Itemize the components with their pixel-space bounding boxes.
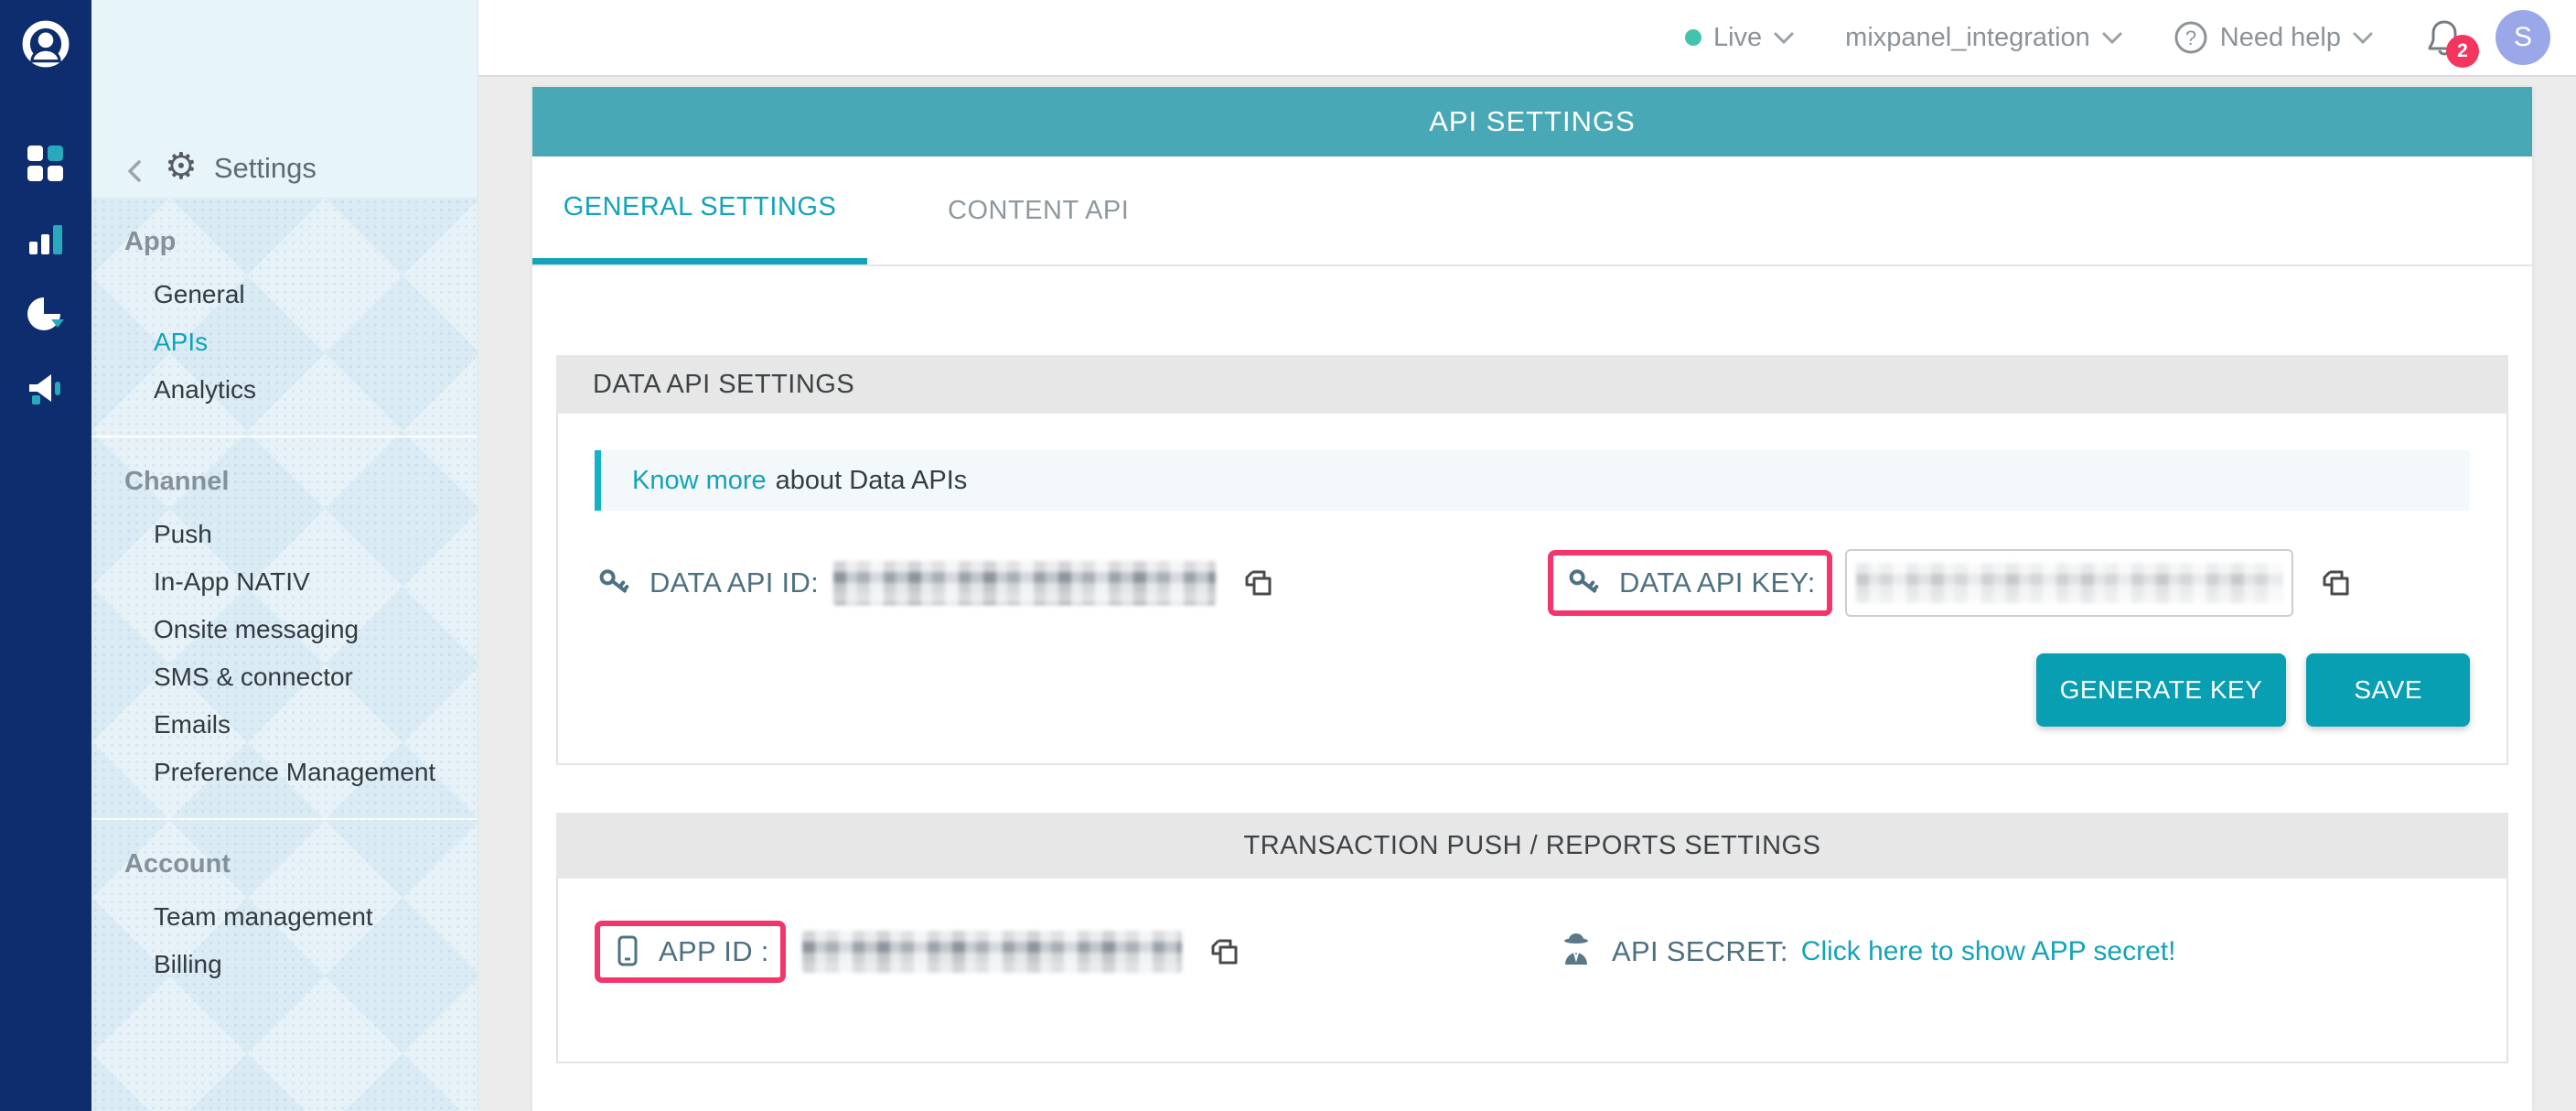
sidebar-section-channel: Channel Push In-App NATIV Onsite messagi… [91,436,478,818]
brand-logo-icon[interactable] [20,18,71,70]
data-api-key-group: DATA API KEY: [1548,549,2356,617]
notifications-bell[interactable]: 2 [2424,16,2464,60]
chevron-down-icon [2102,31,2122,44]
show-app-secret-link[interactable]: Click here to show APP secret! [1801,936,2176,967]
page-background: API SETTINGS GENERAL SETTINGS CONTENT AP… [478,77,2576,1111]
sidebar-item-onsite-messaging[interactable]: Onsite messaging [124,606,478,653]
section-title: App [124,227,478,256]
project-dropdown[interactable]: mixpanel_integration [1845,23,2122,53]
need-help-dropdown[interactable]: ? Need help [2174,20,2373,55]
spy-icon [1557,930,1595,975]
svg-text:?: ? [2185,27,2196,49]
copy-icon[interactable] [1206,933,1244,971]
sidebar-item-sms-connector[interactable]: SMS & connector [124,653,478,701]
page-title: API SETTINGS [532,87,2532,156]
sidebar-item-apis[interactable]: APIs [124,318,478,366]
info-strip-text: about Data APIs [776,466,968,496]
data-api-settings-header: DATA API SETTINGS [556,355,2508,414]
back-chevron-icon[interactable] [123,157,148,185]
app-rail [0,0,91,1111]
tab-bar: GENERAL SETTINGS CONTENT API [532,156,2532,266]
api-secret-label: API SECRET: [1612,935,1788,968]
copy-icon[interactable] [2317,564,2356,602]
button-row: GENERATE KEY SAVE [595,653,2470,727]
sidebar-header: ⚙ Settings [91,0,478,198]
spacer [532,765,2532,813]
copy-icon[interactable] [1240,564,1278,602]
data-api-id-label: DATA API ID: [649,566,819,599]
know-more-link[interactable]: Know more [632,466,767,496]
api-secret-group: API SECRET: Click here to show APP secre… [1557,930,2175,975]
data-api-key-label: DATA API KEY: [1619,566,1816,599]
notification-count-badge: 2 [2446,35,2479,68]
data-api-key-input[interactable] [1845,549,2293,617]
section-title: Account [124,849,478,879]
data-api-settings-body: Know more about Data APIs [556,414,2508,765]
settings-sidebar: ⚙ Settings App General APIs Analytics Ch… [91,0,478,1111]
key-icon [595,563,635,603]
tab-general-settings[interactable]: GENERAL SETTINGS [532,156,867,264]
project-name: mixpanel_integration [1845,23,2090,53]
transaction-settings-panel: TRANSACTION PUSH / REPORTS SETTINGS APP … [556,813,2508,1063]
sidebar-title: Settings [214,152,317,185]
screen: ⚙ Settings App General APIs Analytics Ch… [0,0,2576,1111]
api-fields-row: DATA API ID: [595,549,2470,617]
generate-key-button[interactable]: GENERATE KEY [2036,653,2287,727]
megaphone-icon[interactable] [24,367,68,411]
dashboard-icon[interactable] [24,142,68,186]
sidebar-item-inapp-nativ[interactable]: In-App NATIV [124,558,478,606]
sidebar-item-general[interactable]: General [124,271,478,318]
app-id-highlight: APP ID : [595,921,786,983]
topbar: Live mixpanel_integration ? Need help [478,0,2576,77]
pie-chart-icon[interactable] [24,292,68,336]
data-api-id-group: DATA API ID: [595,561,1548,605]
app-id-group: APP ID : [595,921,1557,983]
user-avatar[interactable]: S [2496,10,2550,65]
sidebar-item-billing[interactable]: Billing [124,941,478,988]
chevron-down-icon [2353,31,2373,44]
analytics-bars-icon[interactable] [24,217,68,261]
sidebar-section-account: Account Team management Billing [91,818,478,1010]
sidebar-item-preference-management[interactable]: Preference Management [124,749,478,796]
app-id-label: APP ID : [659,935,769,968]
environment-dropdown[interactable]: Live [1685,23,1794,53]
key-icon [1564,563,1605,603]
help-circle-icon: ? [2174,20,2208,55]
spacer [532,266,2532,355]
live-status-dot [1685,29,1701,46]
app-id-value-redacted [802,931,1182,973]
sidebar-item-team-management[interactable]: Team management [124,893,478,941]
info-strip: Know more about Data APIs [595,450,2470,511]
need-help-label: Need help [2220,23,2341,53]
sidebar-section-app: App General APIs Analytics [91,198,478,436]
section-title: Channel [124,467,478,496]
sidebar-body: App General APIs Analytics Channel Push … [91,198,478,1111]
data-api-id-value-redacted [833,561,1216,605]
sidebar-item-push[interactable]: Push [124,511,478,558]
sidebar-item-emails[interactable]: Emails [124,701,478,749]
data-api-key-value-redacted [1856,563,2282,603]
chevron-down-icon [1774,31,1794,44]
save-button[interactable]: SAVE [2306,653,2470,727]
data-api-key-highlight: DATA API KEY: [1548,550,1832,616]
transaction-settings-header: TRANSACTION PUSH / REPORTS SETTINGS [556,813,2508,879]
transaction-settings-body: APP ID : [556,879,2508,1063]
tab-content-api[interactable]: CONTENT API [948,156,1129,264]
gear-icon: ⚙ [165,148,198,185]
phone-icon [611,933,644,970]
environment-label: Live [1713,23,1762,53]
data-api-settings-panel: DATA API SETTINGS Know more about Data A… [556,355,2508,765]
sidebar-item-analytics[interactable]: Analytics [124,366,478,414]
api-settings-card: API SETTINGS GENERAL SETTINGS CONTENT AP… [532,87,2532,1111]
